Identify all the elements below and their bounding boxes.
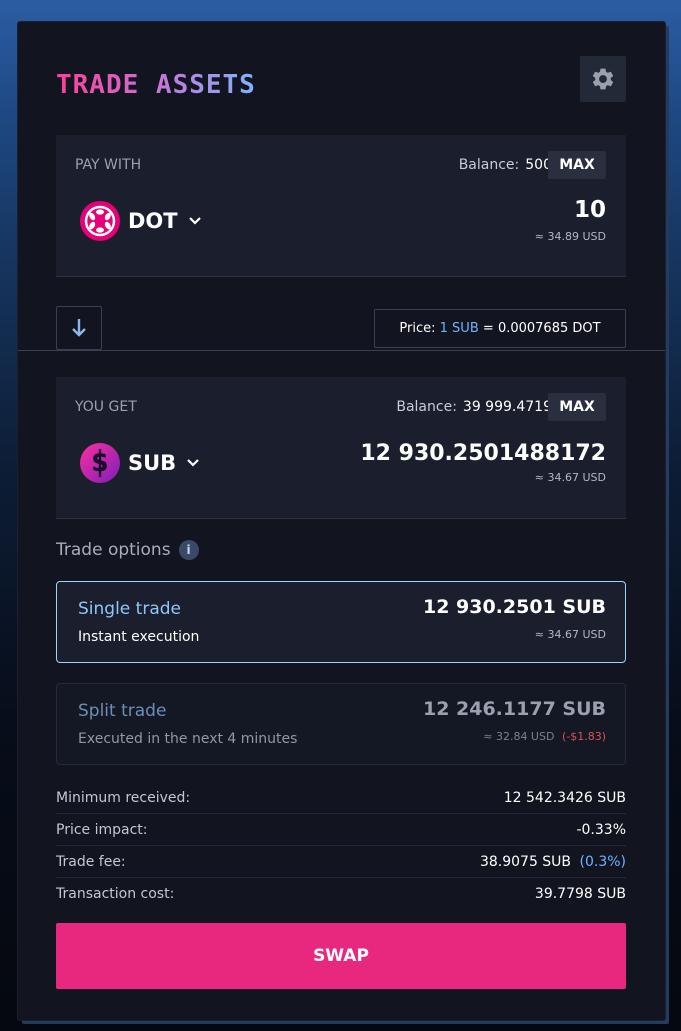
pay-with-label: PAY WITH <box>75 157 142 173</box>
trade-options-title: Trade options i <box>56 540 199 560</box>
single-trade-usd: ≈ 34.67 USD <box>534 628 606 641</box>
price-value: 0.0007685 <box>497 321 569 336</box>
pay-usd-value: ≈ 34.89 USD <box>534 230 606 243</box>
get-usd-value: ≈ 34.67 USD <box>534 471 606 484</box>
get-balance-value: 39 999.4719 <box>462 399 552 415</box>
get-balance-label: Balance: <box>396 399 457 415</box>
swap-button[interactable]: SWAP <box>56 923 626 989</box>
pay-amount-input[interactable]: 10 <box>574 197 606 223</box>
price-base: 1 SUB <box>439 321 479 336</box>
pay-max-button[interactable]: MAX <box>548 151 606 179</box>
pay-asset-selector[interactable]: DOT <box>80 201 202 241</box>
single-trade-subtitle: Instant execution <box>78 629 200 645</box>
trade-fee-label: Trade fee: <box>56 853 126 870</box>
split-trade-subtitle: Executed in the next 4 minutes <box>78 731 298 747</box>
get-asset-selector[interactable]: S SUB <box>80 443 200 483</box>
pay-balance-label: Balance: <box>458 157 520 173</box>
get-amount-input[interactable]: 12 930.2501488172 <box>360 441 606 466</box>
price-impact-label: Price impact: <box>56 821 148 838</box>
gear-icon <box>592 68 614 90</box>
split-trade-usd-row: ≈ 32.84 USD (-$1.83) <box>483 730 606 743</box>
trade-fee-value-group: 38.9075 SUB (0.3%) <box>480 854 626 870</box>
trade-options-label: Trade options <box>56 540 171 560</box>
min-received-label: Minimum received: <box>56 789 191 806</box>
detail-row-min-received: Minimum received: 12 542.3426 SUB <box>56 782 626 814</box>
you-get-panel: YOU GET Balance: 39 999.4719 MAX S SUB <box>56 377 626 519</box>
get-asset-name: SUB <box>128 451 177 475</box>
single-trade-option[interactable]: Single trade Instant execution 12 930.25… <box>56 581 626 663</box>
pay-with-panel: PAY WITH Balance: 500 MAX DOT 10 ≈ 34.89 … <box>56 135 626 277</box>
min-received-value: 12 542.3426 SUB <box>503 789 626 806</box>
pay-asset-name: DOT <box>128 209 178 233</box>
trade-card: TRADE ASSETS PAY WITH Balance: 500 MAX DO… <box>18 22 665 1020</box>
price-indicator: Price: 1 SUB = 0.0007685 DOT <box>374 309 626 348</box>
chevron-down-icon <box>187 459 199 467</box>
detail-row-price-impact: Price impact: -0.33% <box>56 814 626 846</box>
sub-token-icon: S <box>80 443 120 483</box>
info-icon[interactable]: i <box>178 540 199 560</box>
single-trade-title: Single trade <box>78 599 181 619</box>
transaction-cost-label: Transaction cost: <box>56 886 175 902</box>
divider <box>18 350 665 351</box>
settings-button[interactable] <box>580 56 626 102</box>
page-title: TRADE ASSETS <box>56 70 256 100</box>
split-trade-usd: ≈ 32.84 USD <box>483 730 555 743</box>
transaction-cost-value: 39.7798 SUB <box>534 886 626 902</box>
split-trade-diff: (-$1.83) <box>561 730 606 743</box>
detail-row-transaction-cost: Transaction cost: 39.7798 SUB <box>56 878 626 910</box>
price-label: Price: <box>399 321 436 336</box>
chevron-down-icon <box>188 217 201 225</box>
single-trade-amount: 12 930.2501 SUB <box>422 596 606 618</box>
you-get-label: YOU GET <box>75 399 137 415</box>
pay-balance: Balance: 500 <box>459 157 552 173</box>
price-equals: = <box>482 321 494 336</box>
switch-assets-button[interactable] <box>56 306 102 350</box>
detail-row-trade-fee: Trade fee: 38.9075 SUB (0.3%) <box>56 846 626 878</box>
trade-fee-value: 38.9075 SUB <box>479 853 572 870</box>
get-max-button[interactable]: MAX <box>548 393 606 421</box>
arrow-down-icon <box>72 319 86 337</box>
split-trade-option[interactable]: Split trade Executed in the next 4 minut… <box>56 683 626 765</box>
price-quote: DOT <box>572 321 601 336</box>
split-trade-amount: 12 246.1177 SUB <box>422 698 606 720</box>
get-balance: Balance: 39 999.4719 <box>396 399 552 415</box>
trade-fee-percent: (0.3%) <box>579 853 627 870</box>
trade-details: Minimum received: 12 542.3426 SUB Price … <box>56 782 626 910</box>
price-impact-value: -0.33% <box>576 821 626 838</box>
dot-token-icon <box>80 201 120 241</box>
split-trade-title: Split trade <box>78 701 167 721</box>
